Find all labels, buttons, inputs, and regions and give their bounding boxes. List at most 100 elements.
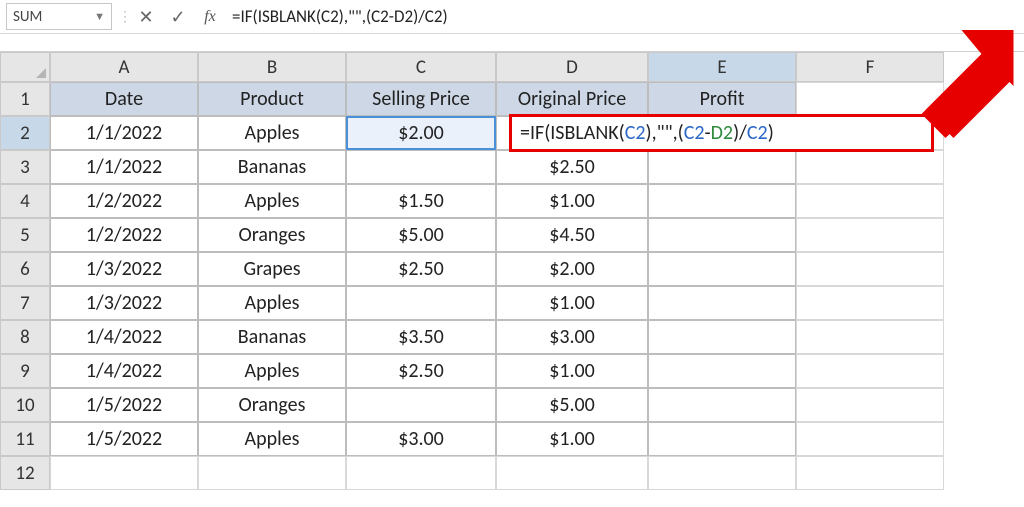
- cell-F1[interactable]: [796, 82, 944, 116]
- cell-D1[interactable]: Original Price: [496, 82, 648, 116]
- cell-B12[interactable]: [198, 456, 346, 490]
- cell-A8[interactable]: 1/4/2022: [50, 320, 198, 354]
- row-header-11[interactable]: 11: [0, 422, 50, 456]
- cell-B3[interactable]: Bananas: [198, 150, 346, 184]
- cell-E12[interactable]: [648, 456, 796, 490]
- cell-B2[interactable]: Apples: [198, 116, 346, 150]
- cell-C9[interactable]: $2.50: [346, 354, 496, 388]
- cell-D4[interactable]: $1.00: [496, 184, 648, 218]
- cell-E7[interactable]: [648, 286, 796, 320]
- cell-E10[interactable]: [648, 388, 796, 422]
- cell-C4[interactable]: $1.50: [346, 184, 496, 218]
- cell-C12[interactable]: [346, 456, 496, 490]
- fx-button[interactable]: fx: [194, 8, 226, 26]
- cell-C8[interactable]: $3.50: [346, 320, 496, 354]
- cell-F11[interactable]: [796, 422, 944, 456]
- formula-part: ): [768, 121, 774, 145]
- cell-A12[interactable]: [50, 456, 198, 490]
- cell-D7[interactable]: $1.00: [496, 286, 648, 320]
- cell-E1[interactable]: Profit: [648, 82, 796, 116]
- cell-F12[interactable]: [796, 456, 944, 490]
- cell-F8[interactable]: [796, 320, 944, 354]
- col-header-D[interactable]: D: [496, 52, 648, 82]
- col-header-E[interactable]: E: [648, 52, 796, 82]
- col-header-A[interactable]: A: [50, 52, 198, 82]
- cell-B11[interactable]: Apples: [198, 422, 346, 456]
- cell-E3[interactable]: [648, 150, 796, 184]
- cell-F5[interactable]: [796, 218, 944, 252]
- cell-C11[interactable]: $3.00: [346, 422, 496, 456]
- cell-C2[interactable]: $2.00: [346, 116, 496, 150]
- cell-E11[interactable]: [648, 422, 796, 456]
- cell-C7[interactable]: [346, 286, 496, 320]
- spreadsheet-grid: A B C D E F 1 Date Product Selling Price…: [0, 52, 944, 490]
- col-header-B[interactable]: B: [198, 52, 346, 82]
- cell-F7[interactable]: [796, 286, 944, 320]
- cell-F9[interactable]: [796, 354, 944, 388]
- formula-input[interactable]: =IF(ISBLANK(C2),"",(C2-D2)/C2): [226, 6, 1024, 27]
- cell-B10[interactable]: Oranges: [198, 388, 346, 422]
- row-header-8[interactable]: 8: [0, 320, 50, 354]
- cell-A2[interactable]: 1/1/2022: [50, 116, 198, 150]
- cell-A10[interactable]: 1/5/2022: [50, 388, 198, 422]
- cancel-button[interactable]: ✕: [130, 6, 162, 28]
- cell-D9[interactable]: $1.00: [496, 354, 648, 388]
- cell-B1[interactable]: Product: [198, 82, 346, 116]
- select-all-corner[interactable]: [0, 52, 50, 82]
- cell-A6[interactable]: 1/3/2022: [50, 252, 198, 286]
- cell-E2[interactable]: =IF(ISBLANK(C2),"",(C2-D2)/C2): [648, 116, 796, 150]
- cell-B6[interactable]: Grapes: [198, 252, 346, 286]
- cell-B5[interactable]: Oranges: [198, 218, 346, 252]
- cell-A11[interactable]: 1/5/2022: [50, 422, 198, 456]
- row-header-12[interactable]: 12: [0, 456, 50, 490]
- cell-E6[interactable]: [648, 252, 796, 286]
- row-header-3[interactable]: 3: [0, 150, 50, 184]
- cell-D6[interactable]: $2.00: [496, 252, 648, 286]
- row-header-7[interactable]: 7: [0, 286, 50, 320]
- col-header-F[interactable]: F: [796, 52, 944, 82]
- cell-A7[interactable]: 1/3/2022: [50, 286, 198, 320]
- name-box[interactable]: SUM ▼: [6, 3, 112, 30]
- cell-F3[interactable]: [796, 150, 944, 184]
- row-header-2[interactable]: 2: [0, 116, 50, 150]
- cell-D8[interactable]: $3.00: [496, 320, 648, 354]
- cell-B8[interactable]: Bananas: [198, 320, 346, 354]
- row-header-10[interactable]: 10: [0, 388, 50, 422]
- enter-button[interactable]: ✓: [162, 6, 194, 28]
- cell-E4[interactable]: [648, 184, 796, 218]
- cell-D11[interactable]: $1.00: [496, 422, 648, 456]
- row-header-6[interactable]: 6: [0, 252, 50, 286]
- cell-E8[interactable]: [648, 320, 796, 354]
- cell-A1[interactable]: Date: [50, 82, 198, 116]
- cell-A4[interactable]: 1/2/2022: [50, 184, 198, 218]
- cell-D5[interactable]: $4.50: [496, 218, 648, 252]
- cell-A3[interactable]: 1/1/2022: [50, 150, 198, 184]
- row-header-5[interactable]: 5: [0, 218, 50, 252]
- row-header-4[interactable]: 4: [0, 184, 50, 218]
- cell-D10[interactable]: $5.00: [496, 388, 648, 422]
- formula-ref-c2b: C2: [684, 121, 705, 145]
- cell-E5[interactable]: [648, 218, 796, 252]
- formula-editing-overlay[interactable]: =IF(ISBLANK(C2),"",(C2-D2)/C2): [509, 114, 934, 152]
- cell-B7[interactable]: Apples: [198, 286, 346, 320]
- chevron-down-icon[interactable]: ▼: [94, 10, 105, 23]
- col-header-C[interactable]: C: [346, 52, 496, 82]
- cell-C10[interactable]: [346, 388, 496, 422]
- cell-C3[interactable]: [346, 150, 496, 184]
- cell-B9[interactable]: Apples: [198, 354, 346, 388]
- cell-F6[interactable]: [796, 252, 944, 286]
- cell-A9[interactable]: 1/4/2022: [50, 354, 198, 388]
- formula-part: )/: [733, 121, 747, 145]
- cell-D12[interactable]: [496, 456, 648, 490]
- cell-D3[interactable]: $2.50: [496, 150, 648, 184]
- cell-F10[interactable]: [796, 388, 944, 422]
- cell-C6[interactable]: $2.50: [346, 252, 496, 286]
- row-header-1[interactable]: 1: [0, 82, 50, 116]
- cell-C5[interactable]: $5.00: [346, 218, 496, 252]
- row-header-9[interactable]: 9: [0, 354, 50, 388]
- cell-C1[interactable]: Selling Price: [346, 82, 496, 116]
- cell-F4[interactable]: [796, 184, 944, 218]
- cell-A5[interactable]: 1/2/2022: [50, 218, 198, 252]
- cell-B4[interactable]: Apples: [198, 184, 346, 218]
- cell-E9[interactable]: [648, 354, 796, 388]
